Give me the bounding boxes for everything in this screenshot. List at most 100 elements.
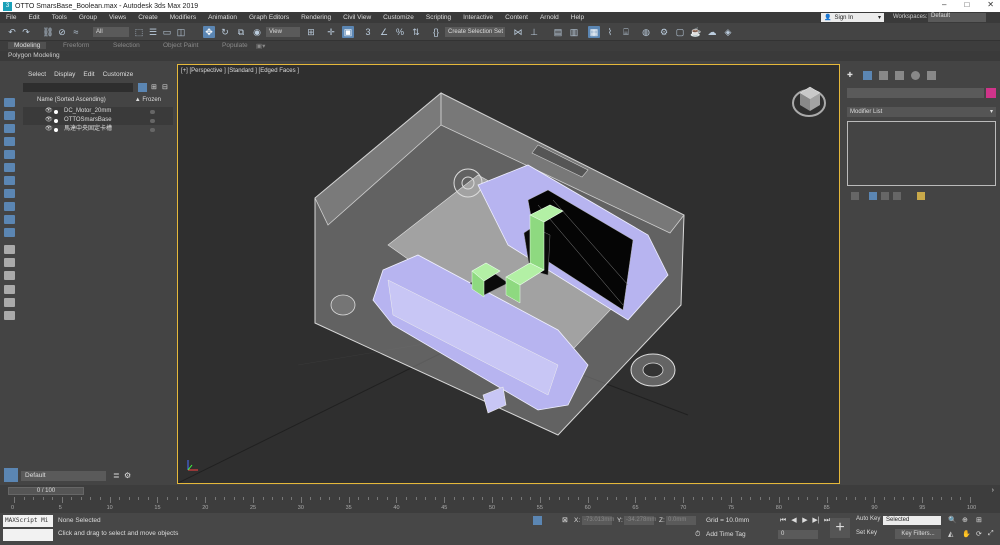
set-key-button[interactable]: Set Key	[856, 530, 877, 536]
tab-freeform[interactable]: Freeform	[63, 42, 89, 49]
cameras-filter-icon[interactable]	[4, 176, 15, 185]
render-production-icon[interactable]: ☕	[690, 26, 702, 38]
menu-group[interactable]: Group	[73, 14, 103, 21]
field-of-view-icon[interactable]: ◭	[948, 530, 953, 538]
add-time-tag-button[interactable]: Add Time Tag	[706, 531, 746, 538]
close-icon[interactable]: ✕	[987, 0, 994, 9]
auto-key-button[interactable]: Auto Key	[856, 516, 880, 522]
containers-filter-icon[interactable]	[4, 258, 15, 267]
next-frame-icon[interactable]: ›	[992, 487, 994, 494]
space-warps-filter-icon[interactable]	[4, 202, 15, 211]
bones-filter-icon[interactable]	[4, 245, 15, 254]
maxscript-output[interactable]	[3, 529, 53, 541]
align-icon[interactable]: ⊥	[528, 26, 540, 38]
go-to-start-icon[interactable]: ⏮	[778, 516, 788, 525]
tab-object-paint[interactable]: Object Paint	[163, 42, 198, 49]
rendered-frame-window-icon[interactable]: ▢	[674, 26, 686, 38]
display-panel-icon[interactable]	[911, 71, 920, 80]
ribbon-options-icon[interactable]: ▣▾	[256, 42, 265, 50]
render-in-cloud-icon[interactable]: ☁	[706, 26, 718, 38]
remove-modifier-icon[interactable]	[893, 192, 901, 200]
selection-filter-dropdown[interactable]: All	[93, 27, 129, 37]
time-slider[interactable]: 0 / 100 ›	[0, 485, 1000, 497]
menu-graph-editors[interactable]: Graph Editors	[243, 14, 295, 21]
column-frozen[interactable]: ▲ Frozen	[135, 96, 161, 105]
object-name-input[interactable]	[847, 88, 984, 98]
select-object-icon[interactable]: ⬚	[133, 26, 145, 38]
motion-panel-icon[interactable]	[895, 71, 904, 80]
modifier-list-dropdown[interactable]: Modifier List ▾	[847, 107, 996, 117]
hierarchy-icon[interactable]: ⊞	[151, 83, 157, 91]
placement-icon[interactable]: ◉	[251, 26, 263, 38]
previous-frame-icon[interactable]: ◀	[789, 516, 799, 525]
utilities-panel-icon[interactable]	[927, 71, 936, 80]
maximize-viewport-icon[interactable]: ⤢	[988, 530, 994, 538]
link-icon[interactable]: ⛓	[42, 26, 54, 38]
a360-gallery-icon[interactable]: ◈	[722, 26, 734, 38]
bind-space-warp-icon[interactable]: ≈	[70, 26, 82, 38]
scene-row[interactable]: 👁 OTTOSmarsBase	[23, 116, 173, 125]
z-coordinate-field[interactable]: 0.0mm	[666, 516, 696, 525]
visibility-eye-icon[interactable]: 👁	[45, 125, 53, 134]
select-and-rotate-icon[interactable]: ↻	[219, 26, 231, 38]
tab-modeling[interactable]: Modeling	[8, 42, 47, 49]
pan-view-icon[interactable]: ✋	[962, 530, 971, 538]
menu-edit[interactable]: Edit	[22, 14, 45, 21]
3ds-max-icon[interactable]: 3	[3, 1, 12, 11]
current-layer-dropdown[interactable]: Default	[21, 471, 106, 481]
layer-stack-icon[interactable]: ≣	[113, 471, 120, 480]
material-editor-icon[interactable]: ◍	[640, 26, 652, 38]
menu-interactive[interactable]: Interactive	[457, 14, 499, 21]
filter-funnel-icon[interactable]	[4, 298, 15, 307]
layer-explorer-icon[interactable]: ⊟	[162, 83, 168, 91]
key-filters-button[interactable]: Key Filters...	[895, 529, 941, 539]
redo-icon[interactable]: ↷	[20, 26, 32, 38]
make-unique-icon[interactable]	[881, 192, 889, 200]
polygon-modeling-panel[interactable]: Polygon Modeling	[0, 51, 1000, 61]
menu-rendering[interactable]: Rendering	[295, 14, 337, 21]
zoom-icon[interactable]: 🔍	[948, 516, 957, 524]
snaps-toggle-icon[interactable]: 3	[362, 26, 374, 38]
hidden-filter-icon[interactable]	[4, 285, 15, 294]
display-all-icon[interactable]	[4, 124, 15, 133]
rectangular-selection-icon[interactable]: ▭	[161, 26, 173, 38]
maxscript-listener-input[interactable]: MAXScript Mi	[3, 515, 53, 527]
scene-row[interactable]: 👁 DC_Motor_20mm	[23, 107, 173, 116]
menu-content[interactable]: Content	[499, 14, 534, 21]
freeze-toggle-icon[interactable]	[150, 119, 155, 123]
current-frame-field[interactable]: 0	[778, 530, 818, 539]
named-selection-set-dropdown[interactable]: Create Selection Set	[445, 27, 505, 37]
xrefs-filter-icon[interactable]	[4, 228, 15, 237]
pivot-center-icon[interactable]: ⊞	[305, 26, 317, 38]
workspaces-select[interactable]: Default	[928, 13, 986, 22]
toggle-ribbon-icon[interactable]: ▦	[588, 26, 600, 38]
tab-selection[interactable]: Selection	[113, 42, 140, 49]
zoom-extents-icon[interactable]: ⊞	[976, 516, 982, 524]
scene-column-header[interactable]: Name (Sorted Ascending) ▲ Frozen	[23, 96, 171, 105]
shapes-filter-icon[interactable]	[4, 150, 15, 159]
geometry-filter-icon[interactable]	[4, 137, 15, 146]
scene-tab-select[interactable]: Select	[28, 71, 46, 78]
scene-tab-display[interactable]: Display	[54, 71, 75, 78]
schematic-view-icon[interactable]: ⌸	[620, 26, 632, 38]
absolute-mode-icon[interactable]: ⊠	[562, 516, 568, 524]
scene-search-input[interactable]	[23, 83, 133, 92]
select-and-scale-icon[interactable]: ⧉	[235, 26, 247, 38]
hierarchy-panel-icon[interactable]	[879, 71, 888, 80]
sort-icon[interactable]	[4, 311, 15, 320]
menu-arnold[interactable]: Arnold	[534, 14, 565, 21]
zoom-all-icon[interactable]: ⊕	[962, 516, 968, 524]
menu-create[interactable]: Create	[132, 14, 164, 21]
menu-help[interactable]: Help	[565, 14, 590, 21]
helpers-filter-icon[interactable]	[4, 189, 15, 198]
show-end-result-icon[interactable]	[869, 192, 877, 200]
isolate-selection-icon[interactable]	[533, 516, 542, 525]
toggle-layer-explorer-icon[interactable]: ▥	[568, 26, 580, 38]
select-and-move-icon[interactable]: ✥	[203, 26, 215, 38]
menu-customize[interactable]: Customize	[377, 14, 420, 21]
percent-snap-icon[interactable]: %	[394, 26, 406, 38]
undo-icon[interactable]: ↶	[6, 26, 18, 38]
configure-modifier-sets-icon[interactable]	[917, 192, 925, 200]
display-none-icon[interactable]	[4, 111, 15, 120]
key-mode-dropdown[interactable]: Selected	[883, 516, 941, 525]
